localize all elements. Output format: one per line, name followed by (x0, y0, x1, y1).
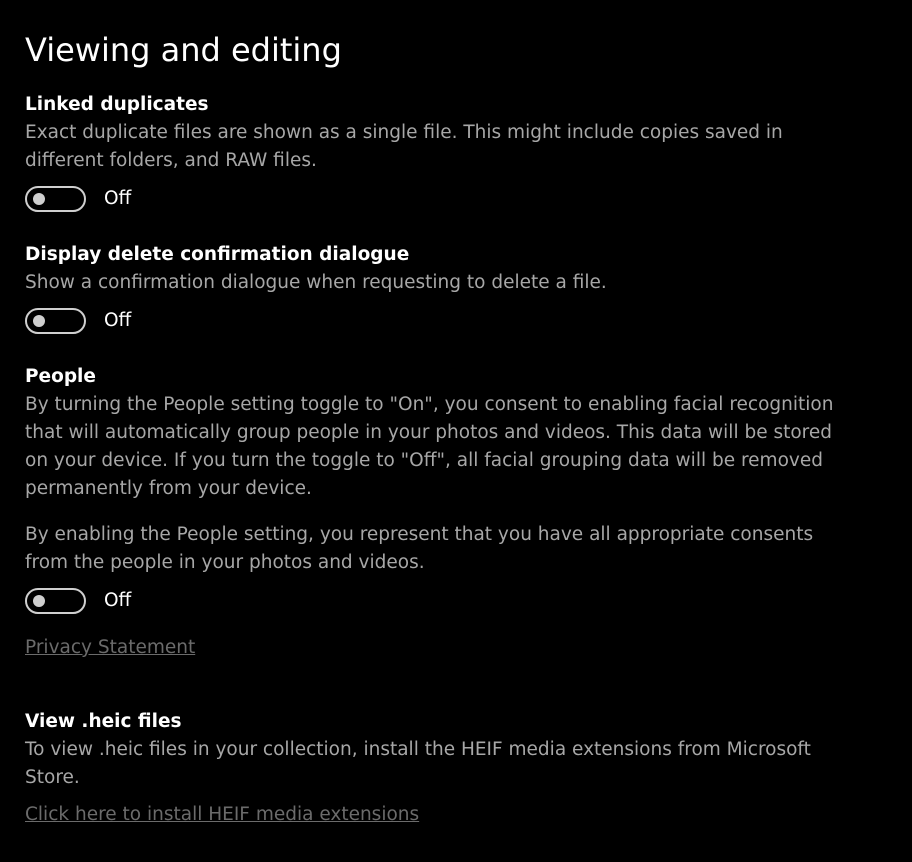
description-line: To view .heic files in your collection, … (25, 739, 811, 760)
description-line: that will automatically group people in … (25, 422, 833, 443)
linked-duplicates-description: Exact duplicate files are shown as a sin… (25, 119, 875, 175)
linked-duplicates-title: Linked duplicates (25, 94, 209, 115)
delete-confirmation-toggle-state: Off (104, 310, 132, 331)
delete-confirmation-title: Display delete confirmation dialogue (25, 244, 410, 265)
description-line: different folders, and RAW files. (25, 150, 317, 171)
heic-description: To view .heic files in your collection, … (25, 736, 875, 792)
description-line: permanently from your device. (25, 478, 312, 499)
heic-title: View .heic files (25, 711, 182, 732)
description-line: from the people in your photos and video… (25, 552, 425, 573)
description-line: Store. (25, 767, 80, 788)
linked-duplicates-toggle[interactable] (25, 186, 86, 212)
people-toggle[interactable] (25, 588, 86, 614)
description-line: on your device. If you turn the toggle t… (25, 450, 823, 471)
delete-confirmation-toggle[interactable] (25, 308, 86, 334)
page-title: Viewing and editing (25, 31, 342, 69)
people-toggle-state: Off (104, 590, 132, 611)
people-description: By turning the People setting toggle to … (25, 391, 875, 503)
description-line: Show a confirmation dialogue when reques… (25, 272, 607, 293)
description-line: By turning the People setting toggle to … (25, 394, 834, 415)
toggle-knob (33, 595, 45, 607)
linked-duplicates-toggle-state: Off (104, 188, 132, 209)
people-toggle-row: Off (25, 585, 131, 617)
privacy-statement-link[interactable]: Privacy Statement (25, 634, 195, 662)
people-title: People (25, 366, 96, 387)
people-consent-text: By enabling the People setting, you repr… (25, 521, 875, 577)
delete-confirmation-toggle-row: Off (25, 305, 131, 337)
install-heif-link[interactable]: Click here to install HEIF media extensi… (25, 801, 419, 829)
description-line: By enabling the People setting, you repr… (25, 524, 814, 545)
toggle-knob (33, 315, 45, 327)
linked-duplicates-toggle-row: Off (25, 183, 131, 215)
delete-confirmation-description: Show a confirmation dialogue when reques… (25, 269, 875, 297)
description-line: Exact duplicate files are shown as a sin… (25, 122, 783, 143)
toggle-knob (33, 193, 45, 205)
